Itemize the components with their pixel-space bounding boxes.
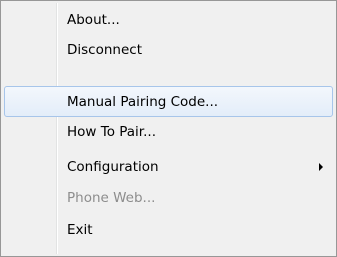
menu-item-phone-web: Phone Web... bbox=[4, 183, 333, 213]
menu-item-label: Disconnect bbox=[67, 42, 142, 58]
menu-item-label: Phone Web... bbox=[67, 190, 156, 206]
menu-item-about[interactable]: About... bbox=[4, 5, 333, 35]
caret-right-icon bbox=[319, 163, 323, 171]
menu-item-label: How To Pair... bbox=[67, 124, 156, 140]
menu-item-manual-pairing-code[interactable]: Manual Pairing Code... bbox=[4, 86, 333, 117]
menu-item-disconnect[interactable]: Disconnect bbox=[4, 35, 333, 65]
menu-item-configuration[interactable]: Configuration bbox=[4, 152, 333, 182]
menu-item-exit[interactable]: Exit bbox=[4, 213, 333, 246]
menu-item-label: Exit bbox=[67, 221, 93, 238]
menu-item-label: About... bbox=[67, 12, 120, 28]
context-menu: About... Disconnect Manual Pairing Code.… bbox=[0, 0, 337, 257]
menu-item-label: Manual Pairing Code... bbox=[67, 93, 219, 110]
menu-item-how-to-pair[interactable]: How To Pair... bbox=[4, 117, 333, 147]
menu-item-label: Configuration bbox=[67, 159, 159, 175]
